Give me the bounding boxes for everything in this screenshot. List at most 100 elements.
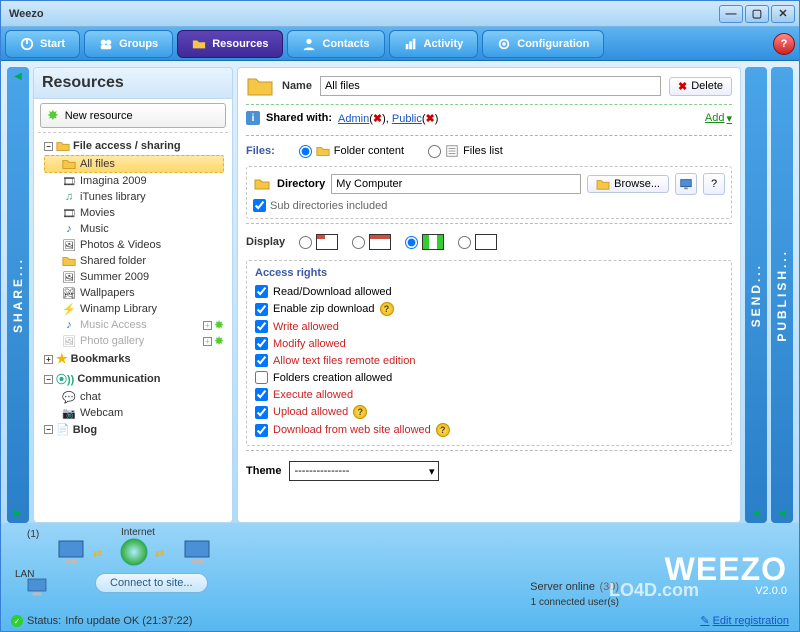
radio-input[interactable] xyxy=(458,236,471,249)
panel-title: Resources xyxy=(34,68,232,99)
add-user-link[interactable]: Add ▾ xyxy=(705,112,732,125)
right-checkbox[interactable] xyxy=(255,320,268,333)
right-checkbox[interactable] xyxy=(255,406,268,419)
tree-item[interactable]: ♫iTunes library xyxy=(44,189,224,205)
expand-icon[interactable]: + xyxy=(203,321,212,330)
chevron-down-icon: ▾ xyxy=(726,112,732,125)
star-icon: ✸ xyxy=(47,107,59,124)
tree-group-blog: − 📄 Blog xyxy=(44,421,224,438)
edit-registration-link[interactable]: ✎ Edit registration xyxy=(700,614,789,627)
shared-user-link[interactable]: Admin xyxy=(338,113,369,125)
list-icon xyxy=(445,144,459,158)
display-option-2[interactable] xyxy=(352,234,391,250)
tree-group-header[interactable]: − File access / sharing xyxy=(44,137,224,155)
tree-item[interactable]: ♪Music Access+✸ xyxy=(44,317,224,333)
connect-to-site-button[interactable]: Connect to site... xyxy=(95,573,208,593)
collapse-icon[interactable]: − xyxy=(44,142,53,151)
theme-select[interactable]: --------------- ▾ xyxy=(289,461,439,481)
files-list-option[interactable]: Files list xyxy=(428,144,503,158)
share-strip[interactable]: SHARE... ▶ ◀ xyxy=(7,67,29,523)
radio-input[interactable] xyxy=(352,236,365,249)
tree-item[interactable]: All files xyxy=(44,155,224,173)
tree-group-bookmarks: + ★ Bookmarks xyxy=(44,349,224,369)
help-icon[interactable]: ? xyxy=(353,405,367,419)
remove-user-icon[interactable]: ✖ xyxy=(373,113,382,125)
globe-icon xyxy=(119,537,149,567)
layout-icon xyxy=(422,234,444,250)
tab-activity[interactable]: Activity xyxy=(389,30,479,58)
browse-button[interactable]: Browse... xyxy=(587,175,669,193)
tree-item[interactable]: 🖼Photos & Videos xyxy=(44,237,224,253)
delete-button[interactable]: ✖ Delete xyxy=(669,77,732,96)
tab-resources[interactable]: Resources xyxy=(177,30,283,58)
collapse-icon[interactable]: − xyxy=(44,425,53,434)
send-strip-label: SEND... xyxy=(749,263,763,327)
tab-groups[interactable]: Groups xyxy=(84,30,173,58)
tree-item-label: Movies xyxy=(80,207,115,219)
version-label: V2.0.0 xyxy=(755,585,787,597)
tree-item[interactable]: ⚡Winamp Library xyxy=(44,301,224,317)
right-checkbox[interactable] xyxy=(255,337,268,350)
tab-start[interactable]: Start xyxy=(5,30,80,58)
tab-configuration[interactable]: Configuration xyxy=(482,30,604,58)
tab-contacts[interactable]: Contacts xyxy=(287,30,384,58)
chat-icon: 💬 xyxy=(62,390,76,404)
folder-content-option[interactable]: Folder content xyxy=(299,144,404,158)
collapse-icon[interactable]: − xyxy=(44,375,53,384)
tree-item-label: All files xyxy=(80,158,115,170)
display-option-4[interactable] xyxy=(458,234,497,250)
remove-user-icon[interactable]: ✖ xyxy=(426,113,435,125)
server-status: Server online (30) xyxy=(530,577,619,595)
expand-icon[interactable]: + xyxy=(44,355,53,364)
display-option-3[interactable] xyxy=(405,234,444,250)
send-strip[interactable]: SEND... ◀ xyxy=(745,67,767,523)
shared-users: Admin(✖), Public(✖) xyxy=(338,112,438,125)
radio-input[interactable] xyxy=(299,145,312,158)
tree-item[interactable]: Shared folder xyxy=(44,253,224,269)
right-checkbox[interactable] xyxy=(255,303,268,316)
directory-input[interactable] xyxy=(331,174,581,194)
picture-icon: 🏞 xyxy=(62,286,76,300)
folder-open-icon xyxy=(596,178,610,190)
help-button[interactable]: ? xyxy=(703,173,725,195)
help-icon[interactable]: ? xyxy=(436,423,450,437)
tree-group-header[interactable]: − 📄 Blog xyxy=(44,421,224,438)
expand-icon[interactable]: + xyxy=(203,337,212,346)
close-button[interactable]: ✕ xyxy=(771,5,795,23)
radio-input[interactable] xyxy=(299,236,312,249)
tree-item[interactable]: 🏞Wallpapers xyxy=(44,285,224,301)
right-checkbox[interactable] xyxy=(255,424,268,437)
minimize-button[interactable]: — xyxy=(719,5,743,23)
radio-input[interactable] xyxy=(405,236,418,249)
share-strip-label: SHARE... xyxy=(11,257,25,333)
right-checkbox[interactable] xyxy=(255,371,268,384)
right-checkbox[interactable] xyxy=(255,285,268,298)
tree-item[interactable]: 🎞Imagina 2009 xyxy=(44,173,224,189)
computer-button[interactable] xyxy=(675,173,697,195)
tree-item[interactable]: ♪Music xyxy=(44,221,224,237)
separator xyxy=(246,135,732,136)
tree-group-file-sharing: − File access / sharing All files 🎞Imagin… xyxy=(44,137,224,349)
tree-item[interactable]: 🎞Movies xyxy=(44,205,224,221)
resource-detail-panel: Name ✖ Delete i Shared with: Admin(✖), P… xyxy=(237,67,741,523)
tree-item[interactable]: 🖼Photo gallery+✸ xyxy=(44,333,224,349)
tree-group-header[interactable]: − ⦿)) Communication xyxy=(44,369,224,389)
shared-user-link[interactable]: Public xyxy=(392,113,422,125)
right-checkbox[interactable] xyxy=(255,354,268,367)
help-button[interactable]: ? xyxy=(773,33,795,55)
name-input[interactable] xyxy=(320,76,661,96)
tree-item[interactable]: 🖼Summer 2009 xyxy=(44,269,224,285)
radio-input[interactable] xyxy=(428,145,441,158)
tree-group-header[interactable]: + ★ Bookmarks xyxy=(44,349,224,369)
display-option-1[interactable] xyxy=(299,234,338,250)
maximize-button[interactable]: ▢ xyxy=(745,5,769,23)
tree-item[interactable]: 📷Webcam xyxy=(44,405,224,421)
files-mode-row: Files: Folder content Files list xyxy=(246,140,732,162)
directory-label: Directory xyxy=(277,178,325,190)
publish-strip[interactable]: PUBLISH... ◀ xyxy=(771,67,793,523)
tree-item[interactable]: 💬chat xyxy=(44,389,224,405)
new-resource-button[interactable]: ✸ New resource xyxy=(40,103,226,128)
right-checkbox[interactable] xyxy=(255,388,268,401)
help-icon[interactable]: ? xyxy=(380,302,394,316)
subdirectories-checkbox[interactable] xyxy=(253,199,266,212)
